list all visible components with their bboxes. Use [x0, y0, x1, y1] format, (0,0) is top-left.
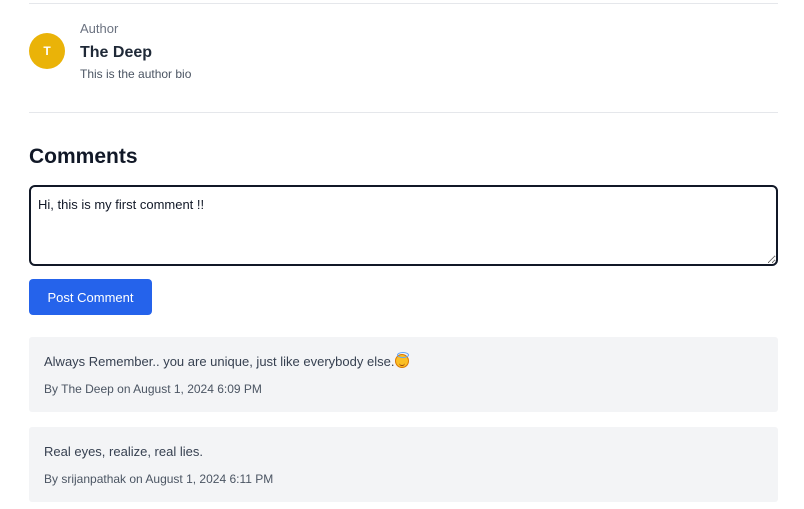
section-divider [29, 112, 778, 113]
comment-card: Always Remember.. you are unique, just l… [29, 337, 778, 412]
comment-input[interactable] [29, 185, 778, 266]
author-name: The Deep [80, 44, 153, 61]
post-comment-button[interactable]: Post Comment [29, 279, 152, 315]
author-avatar: T [29, 33, 65, 69]
comment-card: Real eyes, realize, real lies. By srijan… [29, 427, 778, 502]
comment-meta: By The Deep on August 1, 2024 6:09 PM [44, 382, 262, 396]
author-bio: This is the author bio [80, 67, 192, 81]
comment-meta: By srijanpathak on August 1, 2024 6:11 P… [44, 472, 274, 486]
comment-text: Real eyes, realize, real lies. [44, 444, 203, 459]
author-caption: Author [80, 21, 119, 36]
comments-heading: Comments [29, 145, 138, 168]
post-page: T Author The Deep This is the author bio… [0, 0, 804, 509]
top-divider [29, 3, 778, 4]
halo-smile-emoji-icon [395, 352, 410, 368]
comment-text-content: Always Remember.. you are unique, just l… [44, 354, 395, 369]
comment-text: Always Remember.. you are unique, just l… [44, 352, 410, 369]
